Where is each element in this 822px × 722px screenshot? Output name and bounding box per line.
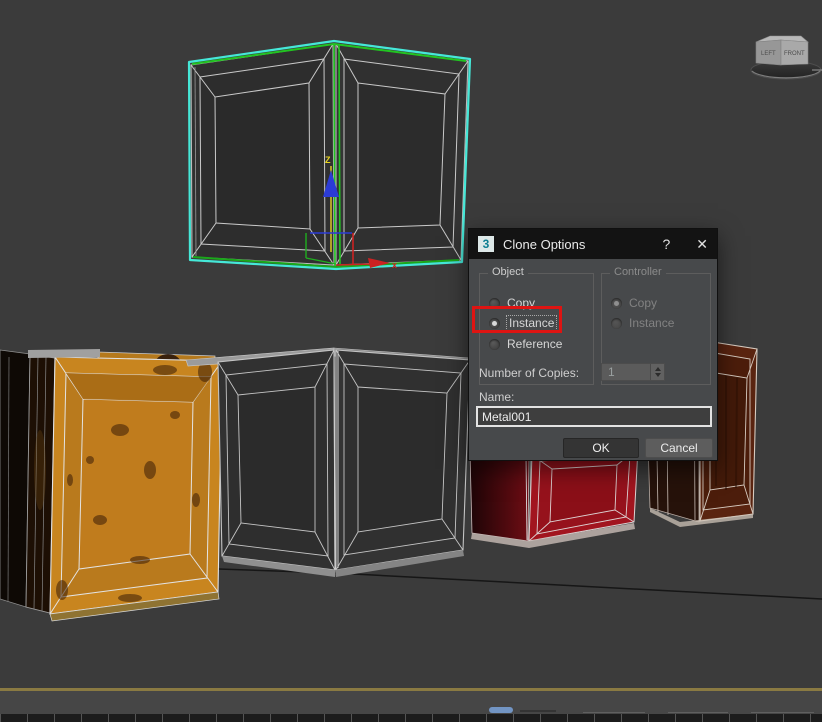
clone-options-dialog: 3 Clone Options ? ✕ Object Copy Instance… (468, 228, 718, 461)
radio-icon[interactable] (489, 298, 500, 309)
time-ruler-ticks[interactable] (0, 714, 822, 722)
radio-label[interactable]: Instance (507, 316, 556, 330)
cancel-button[interactable]: Cancel (645, 438, 713, 458)
copies-value[interactable]: 1 (602, 365, 650, 379)
radio-label: Instance (629, 316, 674, 330)
number-of-copies-label: Number of Copies: (479, 366, 579, 380)
ground-plane-edge (160, 567, 822, 599)
number-of-copies-spinner[interactable]: 1 (601, 363, 665, 381)
controller-group-label: Controller (610, 266, 666, 278)
name-label: Name: (479, 390, 514, 404)
dialog-title: Clone Options (503, 237, 662, 252)
dialog-titlebar[interactable]: 3 Clone Options ? ✕ (469, 229, 717, 259)
radio-object-reference[interactable]: Reference (489, 336, 562, 352)
gizmo-z-axis-label: Z (325, 155, 331, 165)
radio-icon-selected[interactable] (489, 318, 500, 329)
trackbar-key-marker[interactable] (489, 707, 513, 713)
trackbar-mark (520, 710, 556, 712)
trackbar-segment (751, 712, 814, 713)
3dsmax-app-icon: 3 (478, 236, 494, 252)
close-icon[interactable]: ✕ (696, 236, 708, 253)
radio-icon-disabled (611, 318, 622, 329)
trackbar-segment (668, 712, 728, 713)
radio-controller-copy: Copy (611, 295, 657, 311)
radio-label: Copy (629, 296, 657, 310)
viewcube-front-face-label[interactable]: FRONT (784, 51, 805, 57)
red-box[interactable] (470, 448, 638, 548)
spinner-arrows[interactable] (650, 364, 664, 380)
help-button[interactable]: ? (662, 236, 670, 252)
name-input[interactable] (476, 406, 712, 427)
radio-object-instance[interactable]: Instance (489, 315, 556, 331)
spin-up-icon[interactable] (655, 367, 661, 371)
spin-down-icon[interactable] (655, 373, 661, 377)
viewcube[interactable]: LEFT FRONT (751, 36, 822, 79)
trackbar-segment (583, 712, 645, 713)
radio-label[interactable]: Reference (507, 337, 562, 351)
orange-box[interactable] (26, 352, 222, 621)
radio-icon[interactable] (489, 339, 500, 350)
object-group-label: Object (488, 266, 528, 278)
far-left-box[interactable] (0, 350, 30, 607)
radio-controller-instance: Instance (611, 315, 674, 331)
viewcube-left-face-label[interactable]: LEFT (761, 51, 776, 57)
radio-icon-selected-disabled (611, 298, 622, 309)
max-viewport-window: Z x LEFT FRONT 3 Clone Options ? ✕ (0, 0, 822, 722)
radio-label[interactable]: Copy (507, 296, 535, 310)
track-bar[interactable] (0, 691, 822, 714)
radio-object-copy[interactable]: Copy (489, 295, 535, 311)
ok-button[interactable]: OK (563, 438, 639, 458)
gizmo-x-axis-label: x (392, 260, 397, 270)
